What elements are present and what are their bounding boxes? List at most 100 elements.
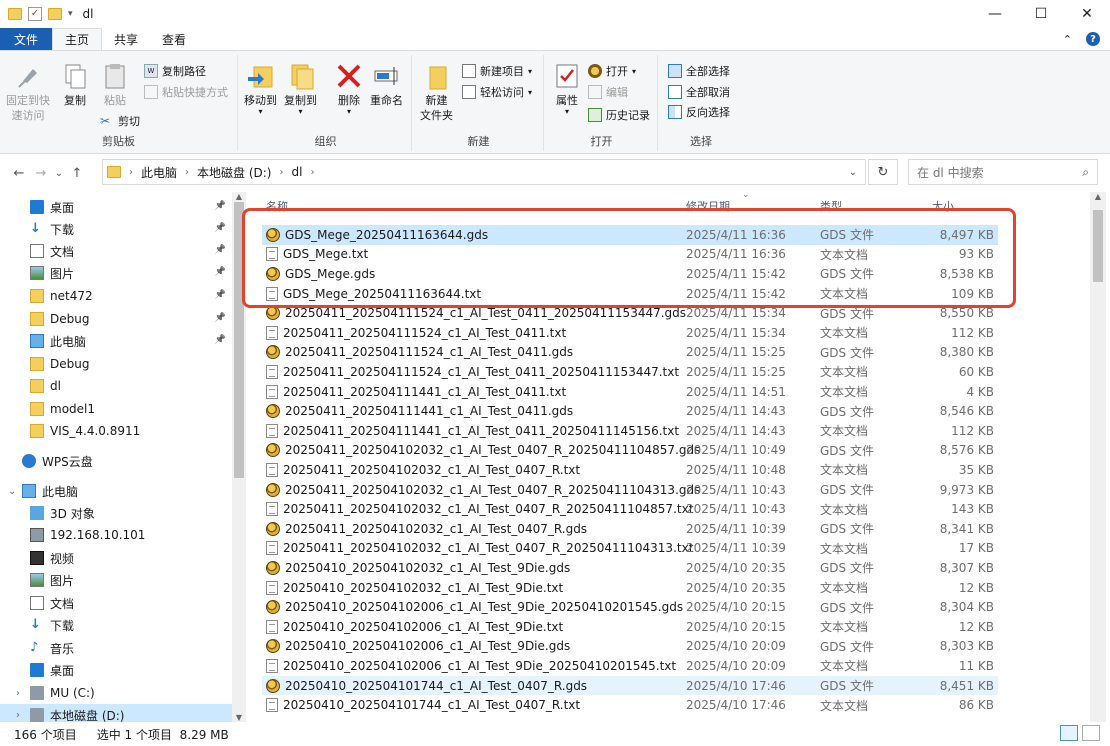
tab-file[interactable]: 文件	[0, 28, 52, 50]
forward-button[interactable]: →	[30, 166, 52, 181]
new-folder-icon[interactable]	[48, 8, 62, 20]
file-row[interactable]: GDS_Mege_20250411163644.gds 2025/4/11 16:…	[262, 225, 998, 245]
file-row[interactable]: 20250411_202504102032_c1_AI_Test_0407_R.…	[262, 519, 998, 539]
file-row[interactable]: 20250411_202504102032_c1_AI_Test_0407_R_…	[262, 480, 998, 500]
breadcrumb-this-pc[interactable]: 此电脑	[141, 164, 177, 181]
up-button[interactable]: ↑	[66, 166, 88, 181]
file-row[interactable]: 20250410_202504102006_c1_AI_Test_9Die.tx…	[262, 617, 998, 637]
history-button[interactable]: 历史记录	[588, 105, 650, 125]
help-icon[interactable]: ?	[1086, 32, 1100, 46]
navigation-scroll-thumb[interactable]	[234, 202, 244, 478]
delete-button[interactable]: 删除 ▾	[334, 61, 364, 116]
sidebar-item[interactable]: › MU (C:)	[0, 682, 232, 704]
maximize-button[interactable]: ☐	[1018, 0, 1064, 28]
copy-to-button[interactable]: 复制到 ▾	[284, 61, 317, 116]
sidebar-item[interactable]: 3D 对象	[0, 502, 232, 524]
sidebar-item[interactable]: › 本地磁盘 (D:)	[0, 704, 232, 722]
sidebar-item[interactable]: WPS云盘	[0, 450, 232, 472]
edit-button[interactable]: 编辑	[588, 82, 628, 102]
properties-button[interactable]: 属性 ▾	[552, 61, 582, 116]
address-history-dropdown-icon[interactable]: ⌄	[849, 167, 857, 178]
move-to-button[interactable]: 移动到 ▾	[244, 61, 277, 116]
sidebar-item[interactable]: ↓ 下载	[0, 614, 232, 636]
properties-check-icon[interactable]: ✓	[28, 7, 42, 21]
details-view-button[interactable]	[1060, 725, 1078, 741]
file-row[interactable]: 20250411_202504111524_c1_AI_Test_0411_20…	[262, 362, 998, 382]
file-row[interactable]: 20250411_202504111441_c1_AI_Test_0411_20…	[262, 421, 998, 441]
sidebar-item[interactable]: ↓ 下载 📌	[0, 218, 232, 240]
column-header-size[interactable]: 大小	[932, 198, 954, 214]
new-item-button[interactable]: 新建项目 ▾	[462, 61, 532, 81]
breadcrumb-drive-d[interactable]: 本地磁盘 (D:)	[197, 164, 271, 181]
paste-shortcut-button[interactable]: 粘贴快捷方式	[144, 82, 228, 102]
search-input[interactable]: 在 dl 中搜索 ⌕	[908, 159, 1098, 185]
copy-button[interactable]: 复制	[60, 61, 90, 108]
rename-button[interactable]: 重命名	[370, 61, 403, 108]
column-header-date[interactable]: 修改日期	[686, 198, 730, 214]
file-row[interactable]: 20250411_202504111524_c1_AI_Test_0411_20…	[262, 303, 998, 323]
file-row[interactable]: 20250410_202504102006_c1_AI_Test_9Die.gd…	[262, 637, 998, 657]
sidebar-item[interactable]: dl	[0, 375, 232, 397]
close-button[interactable]: ✕	[1064, 0, 1110, 28]
sidebar-item[interactable]: 图片 📌	[0, 262, 232, 284]
column-header-type[interactable]: 类型	[820, 198, 842, 214]
file-row[interactable]: 20250411_202504102032_c1_AI_Test_0407_R_…	[262, 441, 998, 461]
file-list-scroll-thumb[interactable]	[1093, 210, 1103, 282]
sidebar-item[interactable]: 桌面 📌	[0, 196, 232, 218]
sidebar-item[interactable]: Debug	[0, 353, 232, 375]
file-row[interactable]: 20250411_202504111524_c1_AI_Test_0411.tx…	[262, 323, 998, 343]
file-row[interactable]: 20250410_202504102032_c1_AI_Test_9Die.tx…	[262, 578, 998, 598]
file-row[interactable]: 20250411_202504102032_c1_AI_Test_0407_R.…	[262, 460, 998, 480]
file-list-scrollbar[interactable]: ▲	[1090, 192, 1106, 722]
sidebar-item[interactable]: Debug 📌	[0, 308, 232, 330]
recent-locations-button[interactable]: ⌄	[52, 168, 66, 179]
customize-toolbar-icon[interactable]: ▾	[68, 9, 73, 19]
file-row[interactable]: GDS_Mege_20250411163644.txt 2025/4/11 15:…	[262, 284, 998, 304]
file-row[interactable]: 20250410_202504102006_c1_AI_Test_9Die_20…	[262, 656, 998, 676]
select-all-button[interactable]: 全部选择	[668, 61, 730, 81]
file-row[interactable]: GDS_Mege.gds 2025/4/11 15:42 GDS 文件 8,538 K…	[262, 264, 998, 284]
refresh-button[interactable]: ↻	[868, 159, 898, 185]
invert-selection-button[interactable]: 反向选择	[668, 102, 730, 122]
file-row[interactable]: 20250410_202504102032_c1_AI_Test_9Die.gd…	[262, 558, 998, 578]
sidebar-item[interactable]: ⌄ 此电脑	[0, 480, 232, 502]
sidebar-item[interactable]: net472 📌	[0, 285, 232, 307]
cut-button[interactable]: ✂ 剪切	[100, 111, 140, 131]
file-row[interactable]: 20250411_202504102032_c1_AI_Test_0407_R_…	[262, 499, 998, 519]
large-icons-view-button[interactable]	[1082, 725, 1100, 741]
pin-quick-access-button[interactable]: 固定到快 速访问	[6, 61, 50, 123]
back-button[interactable]: ←	[8, 166, 30, 181]
scroll-up-icon[interactable]: ▲	[232, 192, 246, 201]
sidebar-item[interactable]: 视频	[0, 547, 232, 569]
minimize-button[interactable]: —	[972, 0, 1018, 28]
sidebar-item[interactable]: 桌面	[0, 659, 232, 681]
expand-chevron-icon[interactable]: ›	[16, 710, 20, 721]
sidebar-item[interactable]: 文档	[0, 592, 232, 614]
tab-share[interactable]: 共享	[102, 28, 150, 50]
easy-access-button[interactable]: 轻松访问 ▾	[462, 82, 532, 102]
tab-home[interactable]: 主页	[52, 28, 103, 50]
scroll-down-icon[interactable]: ▼	[232, 713, 246, 722]
breadcrumb-dl[interactable]: dl	[291, 165, 302, 179]
file-row[interactable]: 20250411_202504111441_c1_AI_Test_0411.tx…	[262, 382, 998, 402]
sidebar-item[interactable]: 图片	[0, 569, 232, 591]
collapse-ribbon-icon[interactable]: ⌃	[1063, 33, 1072, 46]
file-row[interactable]: 20250411_202504111441_c1_AI_Test_0411.gd…	[262, 401, 998, 421]
sidebar-item[interactable]: 此电脑 📌	[0, 330, 232, 352]
sidebar-item[interactable]: VIS_4.4.0.8911	[0, 420, 232, 442]
scroll-up-icon[interactable]: ▲	[1090, 192, 1106, 201]
file-row[interactable]: 20250411_202504111524_c1_AI_Test_0411.gd…	[262, 343, 998, 363]
file-row[interactable]: 20250410_202504101744_c1_AI_Test_0407_R.…	[262, 675, 998, 696]
expand-chevron-icon[interactable]: ›	[16, 688, 20, 699]
file-row[interactable]: 20250410_202504101744_c1_AI_Test_0407_R.…	[262, 695, 998, 715]
file-row[interactable]: 20250411_202504102032_c1_AI_Test_0407_R_…	[262, 539, 998, 559]
sidebar-item[interactable]: model1	[0, 398, 232, 420]
paste-button[interactable]: 粘贴	[100, 61, 130, 108]
file-row[interactable]: 20250410_202504102006_c1_AI_Test_9Die_20…	[262, 597, 998, 617]
sidebar-item[interactable]: 192.168.10.101	[0, 524, 232, 546]
copy-path-button[interactable]: W 复制路径	[144, 61, 206, 81]
new-folder-button[interactable]: 新建 文件夹	[420, 61, 453, 123]
select-none-button[interactable]: 全部取消	[668, 82, 730, 102]
open-button[interactable]: 打开 ▾	[588, 61, 636, 81]
navigation-scrollbar[interactable]: ▲ ▼	[232, 192, 246, 722]
